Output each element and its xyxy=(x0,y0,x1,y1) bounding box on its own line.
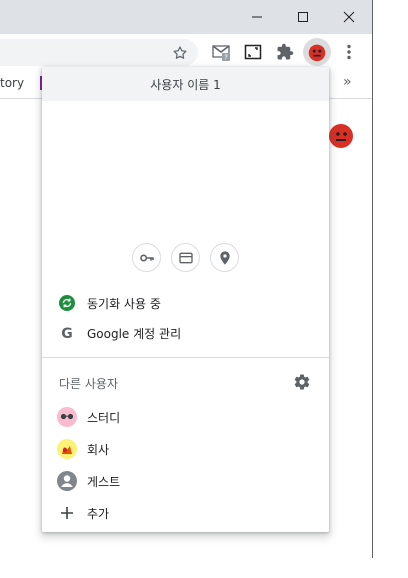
sync-status-item[interactable]: 동기화 사용 중 xyxy=(42,287,329,319)
bookmark-item[interactable]: tory xyxy=(0,76,24,90)
add-profile-button[interactable]: 추가 xyxy=(42,497,329,529)
profile-name: 회사 xyxy=(87,442,110,457)
bookmark-star-button[interactable] xyxy=(170,43,190,63)
page-avatar xyxy=(326,118,354,150)
address-bar[interactable] xyxy=(0,39,198,66)
manage-profiles-button[interactable] xyxy=(293,373,311,391)
bookmarks-overflow-button[interactable]: » xyxy=(343,74,352,90)
maximize-button[interactable] xyxy=(280,0,326,34)
addresses-button[interactable] xyxy=(210,243,239,272)
cat-avatar-icon xyxy=(57,439,77,459)
title-bar xyxy=(0,0,372,34)
minimize-icon xyxy=(252,16,262,18)
profile-item[interactable]: 스터디 xyxy=(42,401,329,433)
profile-button[interactable] xyxy=(303,38,331,66)
google-g-icon: G xyxy=(57,323,77,343)
sync-icon xyxy=(57,293,77,313)
guest-profile-item[interactable]: 게스트 xyxy=(42,465,329,497)
puzzle-icon xyxy=(277,43,294,60)
close-icon xyxy=(343,11,355,23)
divider xyxy=(42,357,329,358)
location-pin-icon xyxy=(219,250,230,265)
red-monster-avatar-icon xyxy=(308,44,326,62)
payment-methods-button[interactable] xyxy=(171,243,200,272)
extensions-button[interactable] xyxy=(275,42,295,62)
plus-icon xyxy=(57,503,77,523)
screen-capture-icon xyxy=(244,44,262,60)
profile-menu: 사용자 이름 1 동기화 사용 중 G Google 계정 관리 다른 사용자 … xyxy=(42,67,329,532)
screenshot-extension-button[interactable] xyxy=(243,42,263,62)
gmail-icon: ? xyxy=(212,45,230,62)
credit-card-icon xyxy=(178,252,193,263)
other-users-heading: 다른 사용자 xyxy=(59,377,119,391)
maximize-icon xyxy=(298,12,308,22)
add-label: 추가 xyxy=(87,506,110,521)
profile-item[interactable]: 회사 xyxy=(42,433,329,465)
svg-text:G: G xyxy=(61,326,73,341)
profile-name: 게스트 xyxy=(87,474,121,489)
red-monster-avatar-icon xyxy=(329,124,353,148)
close-button[interactable] xyxy=(326,0,372,34)
passwords-button[interactable] xyxy=(132,243,161,272)
manage-account-label: Google 계정 관리 xyxy=(87,326,182,341)
svg-text:?: ? xyxy=(224,54,228,62)
toolbar: ? xyxy=(0,34,372,70)
chrome-menu-button[interactable] xyxy=(339,42,359,62)
gmail-extension-button[interactable]: ? xyxy=(211,42,231,62)
sync-label: 동기화 사용 중 xyxy=(87,296,161,311)
guest-avatar-icon xyxy=(57,471,77,491)
manage-google-account-item[interactable]: G Google 계정 관리 xyxy=(42,317,329,349)
star-icon xyxy=(173,46,187,59)
more-vert-icon xyxy=(347,44,351,60)
minimize-button[interactable] xyxy=(234,0,280,34)
profile-name: 사용자 이름 1 xyxy=(150,77,221,92)
window-border xyxy=(372,0,373,558)
key-icon xyxy=(139,254,154,261)
profile-header: 사용자 이름 1 xyxy=(42,67,329,101)
profile-name: 스터디 xyxy=(87,410,121,425)
sunglasses-avatar-icon xyxy=(57,407,77,427)
quick-actions xyxy=(42,243,329,272)
gear-icon xyxy=(294,374,310,390)
